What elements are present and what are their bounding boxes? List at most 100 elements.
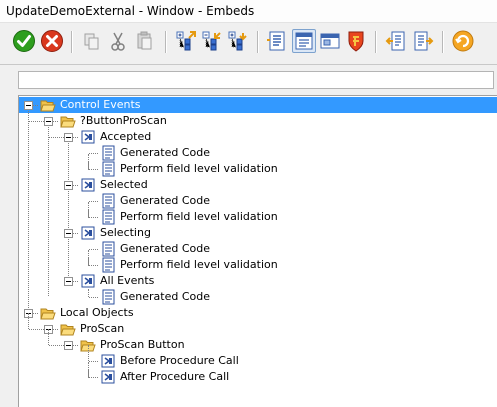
code-icon bbox=[102, 209, 115, 225]
tree-node-field-validation[interactable]: Perform field level validation bbox=[19, 209, 497, 225]
tree-connector bbox=[88, 209, 89, 217]
tree-node-label: All Events bbox=[100, 274, 155, 287]
tree-node-generated-code[interactable]: Generated Code bbox=[19, 241, 497, 257]
collapse-toggle-icon[interactable] bbox=[64, 181, 73, 190]
embeds-tree[interactable]: Control Events ?ButtonProScan Accepted G… bbox=[18, 95, 497, 407]
tree-connector bbox=[29, 329, 44, 330]
toolbar-separator bbox=[257, 31, 259, 53]
tree-connector bbox=[89, 153, 98, 154]
code-icon bbox=[102, 161, 115, 177]
toolbar-divider bbox=[0, 64, 497, 65]
folder-open-icon bbox=[60, 324, 76, 336]
source-icon bbox=[267, 31, 285, 51]
tree-node-label: ProScan Button bbox=[100, 338, 185, 351]
collapse-toggle-icon[interactable] bbox=[64, 277, 73, 286]
tree-node-all-events[interactable]: All Events bbox=[19, 273, 497, 289]
tree-node-label: Before Procedure Call bbox=[120, 354, 239, 367]
embeds-view-button[interactable] bbox=[292, 29, 316, 53]
collapse-toggle-icon[interactable] bbox=[64, 341, 73, 350]
tree-node-generated-code[interactable]: Generated Code bbox=[19, 145, 497, 161]
tree-connector bbox=[49, 137, 64, 138]
tree-node-proscan-button[interactable]: ProScan Button bbox=[19, 329, 497, 353]
collapse-toggle-icon[interactable] bbox=[24, 101, 33, 110]
tree-connector bbox=[49, 345, 64, 346]
embed-point-icon bbox=[81, 226, 95, 240]
tree-node-label: Selecting bbox=[100, 226, 151, 239]
tree-node-control-events[interactable]: Control Events bbox=[19, 97, 497, 113]
tree-connector bbox=[88, 345, 89, 361]
next-embed-icon bbox=[414, 31, 434, 51]
tree-connector bbox=[28, 313, 29, 329]
tree-node-proscan[interactable]: ProScan bbox=[19, 313, 497, 337]
expand-all-button[interactable] bbox=[174, 29, 198, 53]
tree-connector bbox=[48, 329, 49, 345]
ok-button[interactable] bbox=[12, 29, 36, 53]
embed-point-icon bbox=[101, 354, 115, 368]
tree-node-before-procedure-call[interactable]: Before Procedure Call bbox=[19, 345, 497, 369]
tree-node-label: Selected bbox=[100, 178, 148, 191]
shield-icon bbox=[348, 31, 364, 52]
window-title: UpdateDemoExternal - Window - Embeds bbox=[6, 4, 255, 18]
tree-node-label: Generated Code bbox=[120, 242, 211, 255]
tree-connector bbox=[73, 137, 78, 138]
window-button[interactable] bbox=[318, 29, 342, 53]
tree-node-field-validation[interactable]: Perform field level validation bbox=[19, 257, 497, 273]
cut-button[interactable] bbox=[106, 29, 130, 53]
title-bar: UpdateDemoExternal - Window - Embeds bbox=[0, 0, 497, 23]
embeds-view-icon bbox=[295, 32, 313, 50]
refresh-icon bbox=[452, 30, 474, 52]
tree-connector bbox=[89, 265, 98, 266]
tree-node-label: Generated Code bbox=[120, 146, 211, 159]
tree-node-accepted[interactable]: Accepted bbox=[19, 129, 497, 145]
tree-connector bbox=[73, 345, 78, 346]
copy-icon bbox=[84, 33, 99, 50]
cancel-icon bbox=[41, 30, 63, 52]
tree-node-generated-code[interactable]: Generated Code bbox=[19, 193, 497, 209]
tree-connector bbox=[89, 361, 98, 362]
toolbar-separator bbox=[71, 31, 73, 53]
paste-icon bbox=[137, 31, 152, 50]
tree-node-after-procedure-call[interactable]: After Procedure Call bbox=[19, 369, 497, 385]
expand-filled-button[interactable] bbox=[226, 29, 250, 53]
collapse-toggle-icon[interactable] bbox=[64, 229, 73, 238]
shield-button[interactable] bbox=[344, 29, 368, 53]
tree-node-label: After Procedure Call bbox=[120, 370, 230, 383]
toolbar bbox=[0, 23, 497, 61]
tree-connector bbox=[53, 121, 58, 122]
collapse-toggle-icon[interactable] bbox=[64, 133, 73, 142]
tree-connector bbox=[89, 217, 98, 218]
paste-button[interactable] bbox=[133, 29, 157, 53]
tree-node-selected[interactable]: Selected bbox=[19, 177, 497, 193]
cancel-button[interactable] bbox=[40, 29, 64, 53]
tree-connector bbox=[89, 249, 98, 250]
tree-node-generated-code[interactable]: Generated Code bbox=[19, 289, 497, 305]
expand-all-icon bbox=[176, 31, 196, 51]
tree-connector bbox=[89, 169, 98, 170]
tree-node-label: Perform field level validation bbox=[120, 258, 278, 271]
embed-point-icon bbox=[81, 130, 95, 144]
collapse-all-button[interactable] bbox=[200, 29, 224, 53]
search-input[interactable] bbox=[18, 71, 494, 89]
tree-node-label: ?ButtonProScan bbox=[80, 114, 167, 127]
collapse-all-icon bbox=[202, 31, 221, 51]
tree-connector bbox=[29, 121, 44, 122]
code-icon bbox=[102, 145, 115, 161]
copy-button[interactable] bbox=[80, 29, 104, 53]
source-button[interactable] bbox=[265, 29, 289, 53]
code-icon bbox=[102, 257, 115, 273]
toolbar-separator bbox=[165, 31, 167, 53]
collapse-toggle-icon[interactable] bbox=[44, 117, 53, 126]
tree-connector bbox=[53, 329, 58, 330]
tree-node-selecting[interactable]: Selecting bbox=[19, 225, 497, 241]
tree-connector bbox=[33, 313, 38, 314]
window-icon bbox=[320, 33, 340, 49]
refresh-button[interactable] bbox=[451, 29, 475, 53]
tree-node-buttonproscan[interactable]: ?ButtonProScan bbox=[19, 113, 497, 129]
tree-connector bbox=[73, 233, 78, 234]
previous-embed-button[interactable] bbox=[384, 29, 408, 53]
tree-node-local-objects[interactable]: Local Objects bbox=[19, 305, 497, 321]
next-embed-button[interactable] bbox=[411, 29, 435, 53]
expand-filled-icon bbox=[228, 31, 247, 51]
tree-node-field-validation[interactable]: Perform field level validation bbox=[19, 161, 497, 177]
tree-connector bbox=[89, 377, 98, 378]
